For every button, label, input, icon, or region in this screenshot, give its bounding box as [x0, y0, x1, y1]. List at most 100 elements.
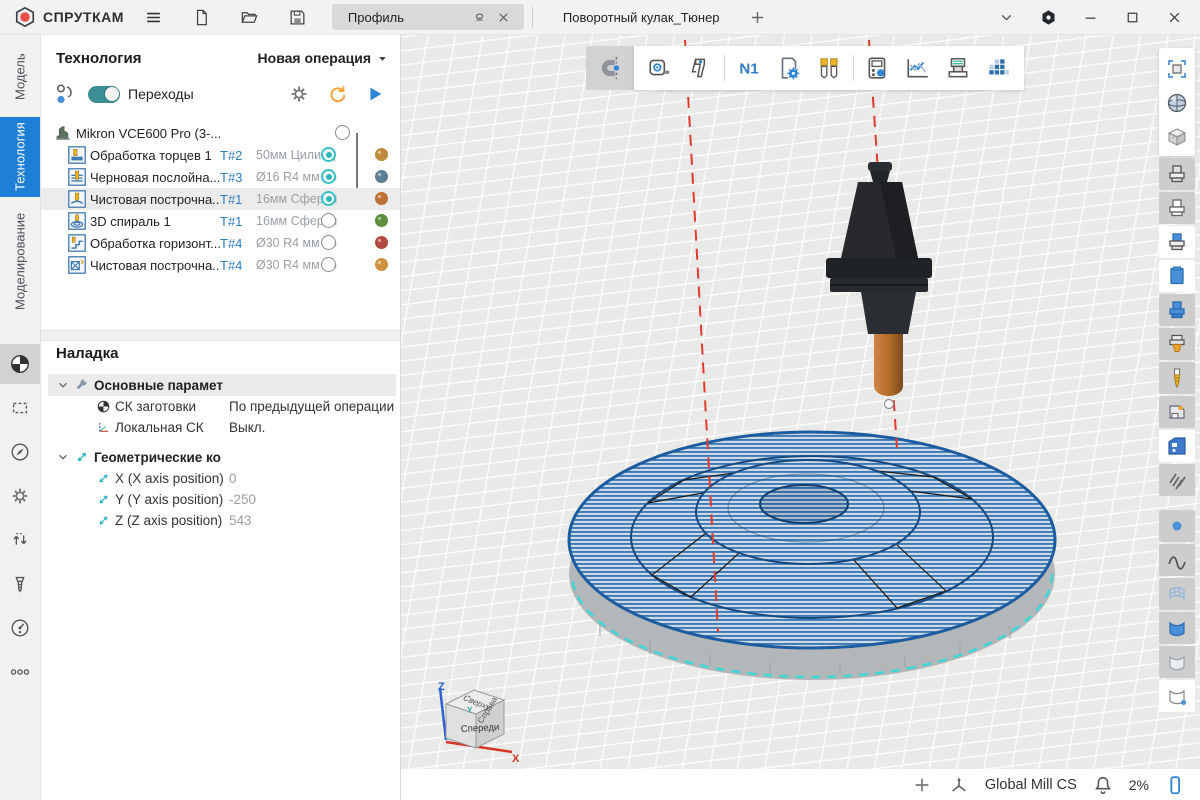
sidebar-tab-1[interactable]: Модель — [0, 42, 40, 112]
coordinate-system-icon[interactable] — [948, 774, 970, 796]
press-icon[interactable] — [938, 48, 978, 88]
operation-color-dot[interactable] — [375, 258, 388, 271]
operation-color-dot[interactable] — [375, 148, 388, 161]
box-section-icon[interactable] — [1159, 121, 1195, 153]
doc-gear-icon[interactable] — [769, 48, 809, 88]
magnet-snap-icon[interactable] — [586, 46, 634, 90]
gauge-icon[interactable] — [0, 608, 40, 648]
param-value[interactable]: Выкл. — [229, 420, 265, 435]
hatch-icon[interactable] — [1159, 464, 1195, 496]
caliper-icon[interactable] — [680, 48, 720, 88]
operation-color-dot[interactable] — [375, 192, 388, 205]
operation-row[interactable]: Чистовая построчна...T#4Ø30 R4 мм То — [40, 254, 400, 276]
notifications-bell-icon[interactable] — [1092, 774, 1114, 796]
param-row[interactable]: X (X axis position)0 — [40, 468, 400, 489]
minimize-icon[interactable] — [1078, 5, 1102, 29]
gear-icon[interactable] — [0, 476, 40, 516]
tape-measure-icon[interactable] — [640, 48, 680, 88]
open-folder-icon[interactable] — [238, 5, 262, 29]
transitions-toggle[interactable] — [88, 86, 120, 103]
machine-radio[interactable] — [335, 125, 350, 140]
operation-row[interactable]: Чистовая построчна...T#116мм Сферич — [40, 188, 400, 210]
new-tab-plus-icon[interactable] — [746, 5, 770, 29]
blocks-icon[interactable] — [978, 48, 1018, 88]
stock-outline-icon[interactable] — [1159, 192, 1195, 224]
param-value[interactable]: -250 — [229, 492, 256, 507]
unpin-icon[interactable] — [468, 5, 492, 29]
param-row[interactable]: Y (Y axis position)-250 — [40, 489, 400, 510]
calculator-icon[interactable] — [858, 48, 898, 88]
stock-quadrant-icon[interactable] — [0, 344, 40, 384]
stock-blue2-icon[interactable] — [1159, 294, 1195, 326]
document-tab-title[interactable]: Поворотный кулак_Тюнер — [563, 10, 720, 25]
machine-head-icon[interactable] — [1159, 396, 1195, 428]
dot-blue-icon[interactable] — [1159, 510, 1195, 542]
fit-selection-icon[interactable] — [1159, 53, 1195, 85]
drill-bit-icon[interactable] — [1159, 362, 1195, 394]
operation-computed-radio[interactable] — [321, 169, 336, 184]
operation-computed-radio[interactable] — [321, 257, 336, 272]
close-window-icon[interactable] — [1162, 5, 1186, 29]
operation-computed-radio[interactable] — [321, 147, 336, 162]
operation-computed-radio[interactable] — [321, 191, 336, 206]
operation-color-dot[interactable] — [375, 214, 388, 227]
operation-row[interactable]: Обработка торцев 1T#250мм Цилинд — [40, 144, 400, 166]
sphere-view-icon[interactable] — [1159, 87, 1195, 119]
transform-arrows-icon[interactable] — [0, 520, 40, 560]
recalculate-icon[interactable] — [326, 83, 348, 105]
active-cs-label[interactable]: Global Mill CS — [985, 777, 1077, 793]
selection-dashed-icon[interactable] — [0, 388, 40, 428]
operation-color-dot[interactable] — [375, 170, 388, 183]
operation-color-dot[interactable] — [375, 236, 388, 249]
param-value[interactable]: 0 — [229, 471, 237, 486]
param-group-header[interactable]: Геометрические ко — [48, 446, 396, 468]
3d-viewport[interactable]: Z X Y Спереди Сверху Справа N1 Global Mi… — [400, 34, 1200, 800]
menu-hamburger-icon[interactable] — [142, 5, 166, 29]
param-value[interactable]: 543 — [229, 513, 252, 528]
new-document-icon[interactable] — [190, 5, 214, 29]
mill-machine-icon[interactable] — [1159, 430, 1195, 462]
operation-row[interactable]: Черновая послойна...T#3Ø16 R4 мм То — [40, 166, 400, 188]
surface-dot-icon[interactable] — [1159, 680, 1195, 712]
sidebar-tab-2[interactable]: Технология — [0, 117, 40, 197]
param-row[interactable]: Локальная СКВыкл. — [40, 417, 400, 438]
machined-part-model[interactable] — [569, 432, 1055, 680]
scene-canvas[interactable]: Z X Y Спереди Сверху Справа — [400, 34, 1200, 800]
settings-hexagon-icon[interactable] — [1036, 5, 1060, 29]
stock-cyl-icon[interactable] — [1159, 158, 1195, 190]
param-group-header[interactable]: Основные парамет — [48, 374, 396, 396]
operation-settings-gear-icon[interactable] — [288, 83, 310, 105]
tool-spindle-model[interactable] — [826, 162, 932, 409]
more-dots-icon[interactable] — [0, 652, 40, 692]
surface-wire-icon[interactable] — [1159, 578, 1195, 610]
surface-light-icon[interactable] — [1159, 646, 1195, 678]
add-cs-plus-icon[interactable] — [911, 774, 933, 796]
stock-top-blue-icon[interactable] — [1159, 226, 1195, 258]
tool-drill-icon[interactable] — [0, 564, 40, 604]
holder-icon[interactable] — [1159, 328, 1195, 360]
close-profile-tab-icon[interactable] — [492, 5, 516, 29]
run-simulation-icon[interactable] — [364, 83, 386, 105]
operation-row[interactable]: 3D спираль 1T#116мм Сферич — [40, 210, 400, 232]
chevron-down-icon[interactable] — [56, 378, 70, 392]
maximize-icon[interactable] — [1120, 5, 1144, 29]
chevron-down-icon[interactable] — [56, 450, 70, 464]
collet-icon[interactable] — [809, 48, 849, 88]
save-icon[interactable] — [286, 5, 310, 29]
param-value[interactable]: По предыдущей операции — [229, 399, 394, 414]
param-row[interactable]: СК заготовкиПо предыдущей операции — [40, 396, 400, 417]
chevron-down-icon[interactable] — [994, 5, 1018, 29]
operation-row[interactable]: Обработка горизонт...T#4Ø30 R4 мм То — [40, 232, 400, 254]
param-row[interactable]: Z (Z axis position)543 — [40, 510, 400, 531]
machine-row[interactable]: Mikron VCE600 Pro (3-... — [40, 122, 400, 144]
surface-blue-icon[interactable] — [1159, 612, 1195, 644]
n1-program-icon[interactable]: N1 — [729, 48, 769, 88]
stock-blue-icon[interactable] — [1159, 260, 1195, 292]
operation-computed-radio[interactable] — [321, 213, 336, 228]
new-operation-dropdown[interactable]: Новая операция — [258, 50, 388, 66]
chart-icon[interactable] — [898, 48, 938, 88]
profile-tab[interactable]: Профиль — [332, 4, 524, 30]
navigation-cube[interactable]: Z X Y Спереди Сверху Справа — [438, 681, 520, 765]
operation-computed-radio[interactable] — [321, 235, 336, 250]
sidebar-tab-3[interactable]: Моделирование — [0, 202, 40, 320]
